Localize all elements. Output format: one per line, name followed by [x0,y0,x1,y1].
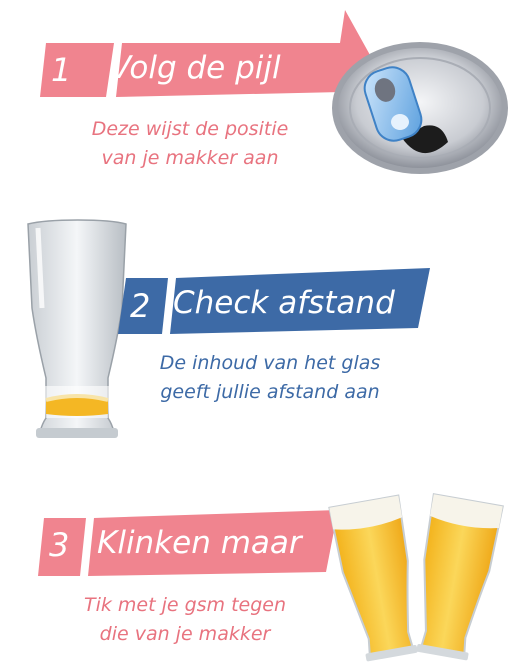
step-1-description-line-2: van je makker aan [101,147,279,169]
beer-glasses-cheers-icon [320,486,516,671]
step-1-description-line-1: Deze wijst de positie [91,118,289,140]
step-3-title: Klinken maar [97,525,302,561]
step-1-description: Deze wijst de positie van je makker aan [45,115,335,173]
step-3-description-line-2: die van je makker [99,623,271,645]
step-3-description-line-1: Tik met je gsm tegen [83,594,287,616]
step-3-description: Tik met je gsm tegen die van je makker [50,591,320,649]
soda-can-top-icon [330,38,510,183]
step-1-number: 1 [51,51,72,89]
step-2-description-line-2: geeft jullie afstand aan [160,381,380,403]
step-3-number: 3 [49,526,70,564]
step-2-description-line-1: De inhoud van het glas [159,352,381,374]
step-2-number: 2 [130,287,151,325]
beer-glass-empty-icon [22,218,132,448]
step-2-description: De inhoud van het glas geeft jullie afst… [120,349,420,407]
step-1-title: Volg de pijl [110,50,281,86]
step-2-title: Check afstand [173,285,395,321]
